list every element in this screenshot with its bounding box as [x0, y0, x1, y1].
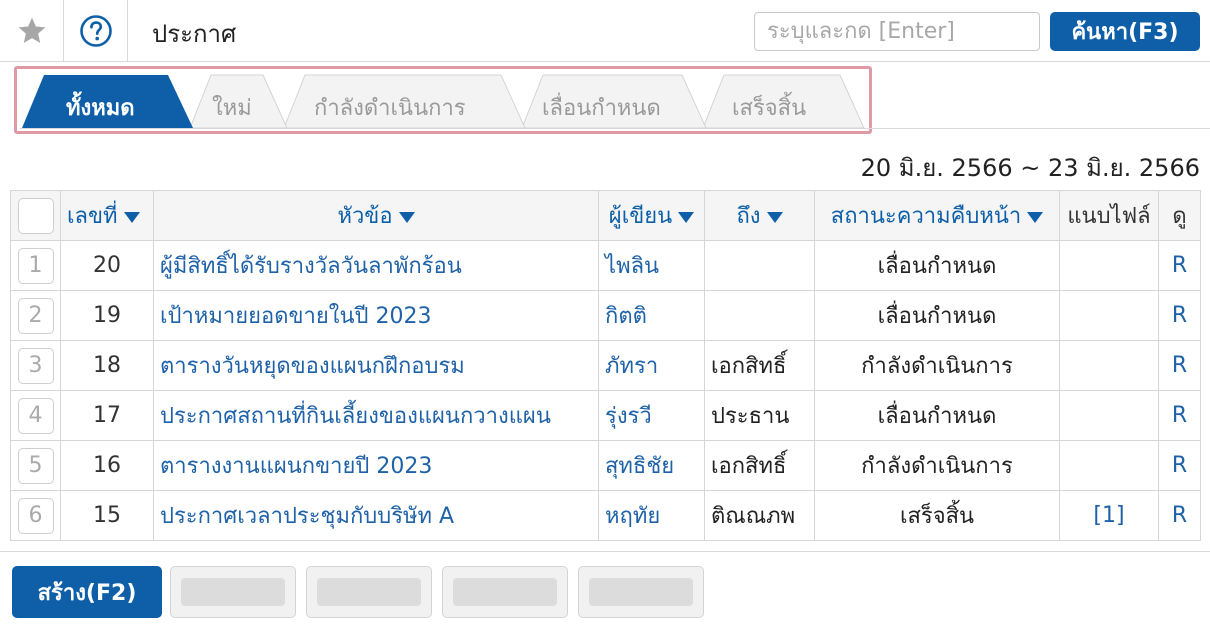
- row-subject-link[interactable]: ประกาศสถานที่กินเลี้ยงของแผนกวางแผน: [153, 390, 599, 441]
- row-to: [704, 240, 815, 291]
- row-view-link[interactable]: R: [1158, 390, 1201, 441]
- row-view-link[interactable]: R: [1158, 440, 1201, 491]
- table-header-row: เลขที่ หัวข้อ ผู้เขียน ถึง สถานะความคืบห…: [10, 190, 1201, 241]
- row-to: [704, 290, 815, 341]
- table-row[interactable]: 2 19 เป้าหมายยอดขายในปี 2023 กิตติ เลื่อ…: [10, 290, 1201, 341]
- row-status: เลื่อนกำหนด: [814, 290, 1060, 341]
- disabled-button-placeholder: [453, 578, 557, 606]
- column-subject-label: หัวข้อ: [337, 204, 393, 229]
- table-row[interactable]: 5 16 ตารางงานแผนกขายปี 2023 สุทธิชัย เอก…: [10, 440, 1201, 491]
- disabled-button-placeholder: [317, 578, 421, 606]
- row-author-link[interactable]: กิตติ: [598, 290, 705, 341]
- create-button[interactable]: สร้าง(F2): [12, 566, 162, 618]
- row-view-link[interactable]: R: [1158, 290, 1201, 341]
- row-author-link[interactable]: สุทธิชัย: [598, 440, 705, 491]
- disabled-button-1: [170, 566, 296, 618]
- column-to-label: ถึง: [736, 204, 761, 229]
- disabled-button-placeholder: [181, 578, 285, 606]
- row-subject-link[interactable]: ประกาศเวลาประชุมกับบริษัท A: [153, 490, 599, 541]
- row-view-link[interactable]: R: [1158, 240, 1201, 291]
- row-view-link[interactable]: R: [1158, 490, 1201, 541]
- column-status-label: สถานะความคืบหน้า: [830, 204, 1022, 229]
- row-status: เลื่อนกำหนด: [814, 240, 1060, 291]
- disabled-button-2: [306, 566, 432, 618]
- row-index[interactable]: 3: [17, 347, 54, 384]
- column-number-header[interactable]: เลขที่: [60, 190, 154, 241]
- row-number: 20: [60, 240, 154, 291]
- row-author-link[interactable]: ภัทรา: [598, 340, 705, 391]
- select-all-checkbox[interactable]: [10, 190, 61, 241]
- row-status: เลื่อนกำหนด: [814, 390, 1060, 441]
- row-to: เอกสิทธิ์: [704, 340, 815, 391]
- tab-in-progress[interactable]: กำลังดำเนินการ: [314, 90, 466, 125]
- row-status: กำลังดำเนินการ: [814, 440, 1060, 491]
- table-row[interactable]: 1 20 ผู้มีสิทธิ์ได้รับรางวัลวันลาพักร้อน…: [10, 240, 1201, 291]
- tab-postponed[interactable]: เลื่อนกำหนด: [542, 90, 661, 125]
- sort-down-icon: [1027, 211, 1044, 223]
- tab-completed[interactable]: เสร็จสิ้น: [732, 90, 806, 125]
- column-subject-header[interactable]: หัวข้อ: [153, 190, 599, 241]
- row-index-cell[interactable]: 5: [10, 440, 61, 491]
- row-attachment-link[interactable]: [1059, 240, 1159, 291]
- column-status-header[interactable]: สถานะความคืบหน้า: [814, 190, 1060, 241]
- row-number: 19: [60, 290, 154, 341]
- row-subject-link[interactable]: ตารางวันหยุดของแผนกฝึกอบรม: [153, 340, 599, 391]
- sort-down-icon: [123, 211, 140, 223]
- footer-divider: [0, 551, 1210, 552]
- row-attachment-link[interactable]: [1]: [1059, 490, 1159, 541]
- row-to: เอกสิทธิ์: [704, 440, 815, 491]
- row-number: 16: [60, 440, 154, 491]
- date-range: 20 มิ.ย. 2566 ~ 23 มิ.ย. 2566: [860, 154, 1200, 182]
- row-number: 15: [60, 490, 154, 541]
- row-subject-link[interactable]: ผู้มีสิทธิ์ได้รับรางวัลวันลาพักร้อน: [153, 240, 599, 291]
- checkbox-box[interactable]: [17, 197, 54, 234]
- tab-new[interactable]: ใหม่: [212, 90, 252, 125]
- column-attachment-header: แนบไฟล์: [1059, 190, 1159, 241]
- row-attachment-link[interactable]: [1059, 390, 1159, 441]
- sort-down-icon: [678, 211, 695, 223]
- row-attachment-link[interactable]: [1059, 340, 1159, 391]
- row-index[interactable]: 2: [17, 297, 54, 334]
- row-author-link[interactable]: รุ่งรวี: [598, 390, 705, 441]
- column-author-label: ผู้เขียน: [608, 204, 673, 229]
- row-index-cell[interactable]: 3: [10, 340, 61, 391]
- tab-all[interactable]: ทั้งหมด: [66, 90, 135, 125]
- disabled-button-3: [442, 566, 568, 618]
- column-to-header[interactable]: ถึง: [704, 190, 815, 241]
- announcement-table: เลขที่ หัวข้อ ผู้เขียน ถึง สถานะความคืบห…: [10, 190, 1201, 541]
- disabled-button-placeholder: [589, 578, 693, 606]
- table-row[interactable]: 3 18 ตารางวันหยุดของแผนกฝึกอบรม ภัทรา เอ…: [10, 340, 1201, 391]
- row-to: ติณณภพ: [704, 490, 815, 541]
- row-index-cell[interactable]: 2: [10, 290, 61, 341]
- row-subject-link[interactable]: ตารางงานแผนกขายปี 2023: [153, 440, 599, 491]
- row-index-cell[interactable]: 1: [10, 240, 61, 291]
- sort-down-icon: [398, 211, 415, 223]
- row-index[interactable]: 4: [17, 397, 54, 434]
- row-index[interactable]: 5: [17, 447, 54, 484]
- row-attachment-link[interactable]: [1059, 290, 1159, 341]
- column-view-header: ดู: [1158, 190, 1201, 241]
- row-number: 18: [60, 340, 154, 391]
- row-index-cell[interactable]: 6: [10, 490, 61, 541]
- row-status: กำลังดำเนินการ: [814, 340, 1060, 391]
- row-attachment-link[interactable]: [1059, 440, 1159, 491]
- row-index-cell[interactable]: 4: [10, 390, 61, 441]
- column-number-label: เลขที่: [67, 204, 118, 229]
- row-subject-link[interactable]: เป้าหมายยอดขายในปี 2023: [153, 290, 599, 341]
- row-view-link[interactable]: R: [1158, 340, 1201, 391]
- row-to: ประธาน: [704, 390, 815, 441]
- column-author-header[interactable]: ผู้เขียน: [598, 190, 705, 241]
- row-index[interactable]: 1: [17, 247, 54, 284]
- row-number: 17: [60, 390, 154, 441]
- disabled-button-4: [578, 566, 704, 618]
- table-row[interactable]: 6 15 ประกาศเวลาประชุมกับบริษัท A หฤทัย ต…: [10, 490, 1201, 541]
- row-index[interactable]: 6: [17, 497, 54, 534]
- row-author-link[interactable]: ไพลิน: [598, 240, 705, 291]
- sort-down-icon: [766, 211, 783, 223]
- table-row[interactable]: 4 17 ประกาศสถานที่กินเลี้ยงของแผนกวางแผน…: [10, 390, 1201, 441]
- row-author-link[interactable]: หฤทัย: [598, 490, 705, 541]
- row-status: เสร็จสิ้น: [814, 490, 1060, 541]
